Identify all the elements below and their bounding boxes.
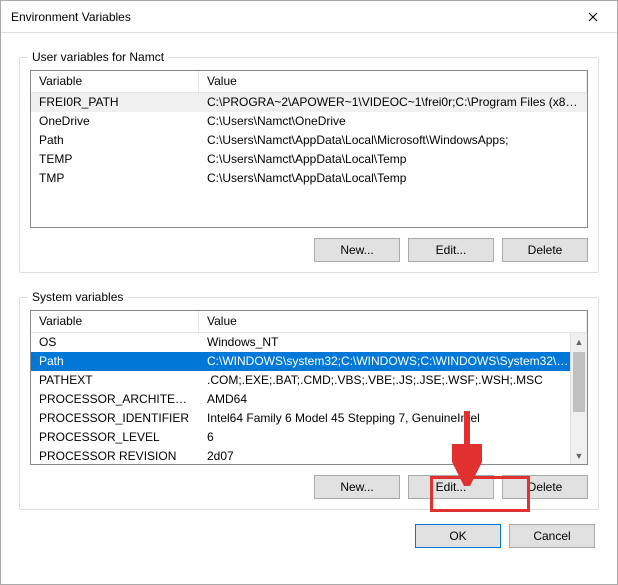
cell-variable: OneDrive (31, 112, 199, 131)
cell-value: Intel64 Family 6 Model 45 Stepping 7, Ge… (199, 409, 587, 428)
cell-variable: Path (31, 352, 199, 371)
cell-value: Windows_NT (199, 333, 587, 352)
cell-value: C:\Users\Namct\AppData\Local\Temp (199, 169, 587, 188)
system-vars-table[interactable]: Variable Value OSWindows_NTPathC:\WINDOW… (30, 310, 588, 465)
system-delete-button[interactable]: Delete (502, 475, 588, 499)
system-vars-group: System variables Variable Value OSWindow… (19, 297, 599, 510)
system-new-button[interactable]: New... (314, 475, 400, 499)
system-button-row: New... Edit... Delete (30, 475, 588, 499)
ok-button[interactable]: OK (415, 524, 501, 548)
cell-variable: TMP (31, 169, 199, 188)
scroll-thumb[interactable] (573, 352, 585, 412)
table-row[interactable]: PathC:\Users\Namct\AppData\Local\Microso… (31, 131, 587, 150)
column-header-value[interactable]: Value (199, 311, 587, 332)
system-table-header: Variable Value (31, 311, 587, 333)
cell-variable: PROCESSOR REVISION (31, 447, 199, 465)
user-new-button[interactable]: New... (314, 238, 400, 262)
env-vars-dialog: Environment Variables User variables for… (0, 0, 618, 585)
table-row[interactable]: PathC:\WINDOWS\system32;C:\WINDOWS;C:\WI… (31, 352, 587, 371)
window-title: Environment Variables (11, 10, 571, 24)
scroll-up-icon[interactable]: ▲ (571, 333, 587, 350)
table-row[interactable]: PROCESSOR REVISION2d07 (31, 447, 587, 465)
cell-variable: PROCESSOR_IDENTIFIER (31, 409, 199, 428)
table-row[interactable]: PROCESSOR_LEVEL6 (31, 428, 587, 447)
user-delete-button[interactable]: Delete (502, 238, 588, 262)
dialog-content: User variables for Namct Variable Value … (1, 33, 617, 584)
cell-value: .COM;.EXE;.BAT;.CMD;.VBS;.VBE;.JS;.JSE;.… (199, 371, 587, 390)
cell-variable: PATHEXT (31, 371, 199, 390)
table-row[interactable]: PROCESSOR_ARCHITECTUREAMD64 (31, 390, 587, 409)
cell-value: AMD64 (199, 390, 587, 409)
cell-variable: OS (31, 333, 199, 352)
cell-value: C:\PROGRA~2\APOWER~1\VIDEOC~1\frei0r;C:\… (199, 93, 587, 112)
user-table-body: FREI0R_PATHC:\PROGRA~2\APOWER~1\VIDEOC~1… (31, 93, 587, 188)
close-icon (588, 12, 598, 22)
column-header-value[interactable]: Value (199, 71, 587, 92)
dialog-footer: OK Cancel (19, 510, 599, 550)
column-header-variable[interactable]: Variable (31, 311, 199, 332)
scroll-down-icon[interactable]: ▼ (571, 447, 587, 464)
table-row[interactable]: FREI0R_PATHC:\PROGRA~2\APOWER~1\VIDEOC~1… (31, 93, 587, 112)
cell-value: C:\Users\Namct\AppData\Local\Microsoft\W… (199, 131, 587, 150)
cell-variable: PROCESSOR_ARCHITECTURE (31, 390, 199, 409)
scrollbar[interactable]: ▲ ▼ (570, 333, 587, 464)
cell-value: C:\Users\Namct\AppData\Local\Temp (199, 150, 587, 169)
cancel-button[interactable]: Cancel (509, 524, 595, 548)
cell-variable: FREI0R_PATH (31, 93, 199, 112)
cell-value: 6 (199, 428, 587, 447)
table-row[interactable]: OSWindows_NT (31, 333, 587, 352)
user-vars-legend: User variables for Namct (28, 50, 168, 64)
user-vars-table[interactable]: Variable Value FREI0R_PATHC:\PROGRA~2\AP… (30, 70, 588, 228)
table-row[interactable]: PATHEXT.COM;.EXE;.BAT;.CMD;.VBS;.VBE;.JS… (31, 371, 587, 390)
cell-variable: PROCESSOR_LEVEL (31, 428, 199, 447)
user-vars-group: User variables for Namct Variable Value … (19, 57, 599, 273)
cell-value: 2d07 (199, 447, 587, 465)
cell-variable: TEMP (31, 150, 199, 169)
titlebar: Environment Variables (1, 1, 617, 33)
table-row[interactable]: OneDriveC:\Users\Namct\OneDrive (31, 112, 587, 131)
table-row[interactable]: TMPC:\Users\Namct\AppData\Local\Temp (31, 169, 587, 188)
user-edit-button[interactable]: Edit... (408, 238, 494, 262)
table-row[interactable]: TEMPC:\Users\Namct\AppData\Local\Temp (31, 150, 587, 169)
cell-value: C:\WINDOWS\system32;C:\WINDOWS;C:\WINDOW… (199, 352, 587, 371)
system-vars-legend: System variables (28, 290, 127, 304)
system-table-body: OSWindows_NTPathC:\WINDOWS\system32;C:\W… (31, 333, 587, 465)
cell-variable: Path (31, 131, 199, 150)
column-header-variable[interactable]: Variable (31, 71, 199, 92)
system-edit-button[interactable]: Edit... (408, 475, 494, 499)
close-button[interactable] (571, 2, 615, 32)
user-table-header: Variable Value (31, 71, 587, 93)
table-row[interactable]: PROCESSOR_IDENTIFIERIntel64 Family 6 Mod… (31, 409, 587, 428)
user-button-row: New... Edit... Delete (30, 238, 588, 262)
cell-value: C:\Users\Namct\OneDrive (199, 112, 587, 131)
